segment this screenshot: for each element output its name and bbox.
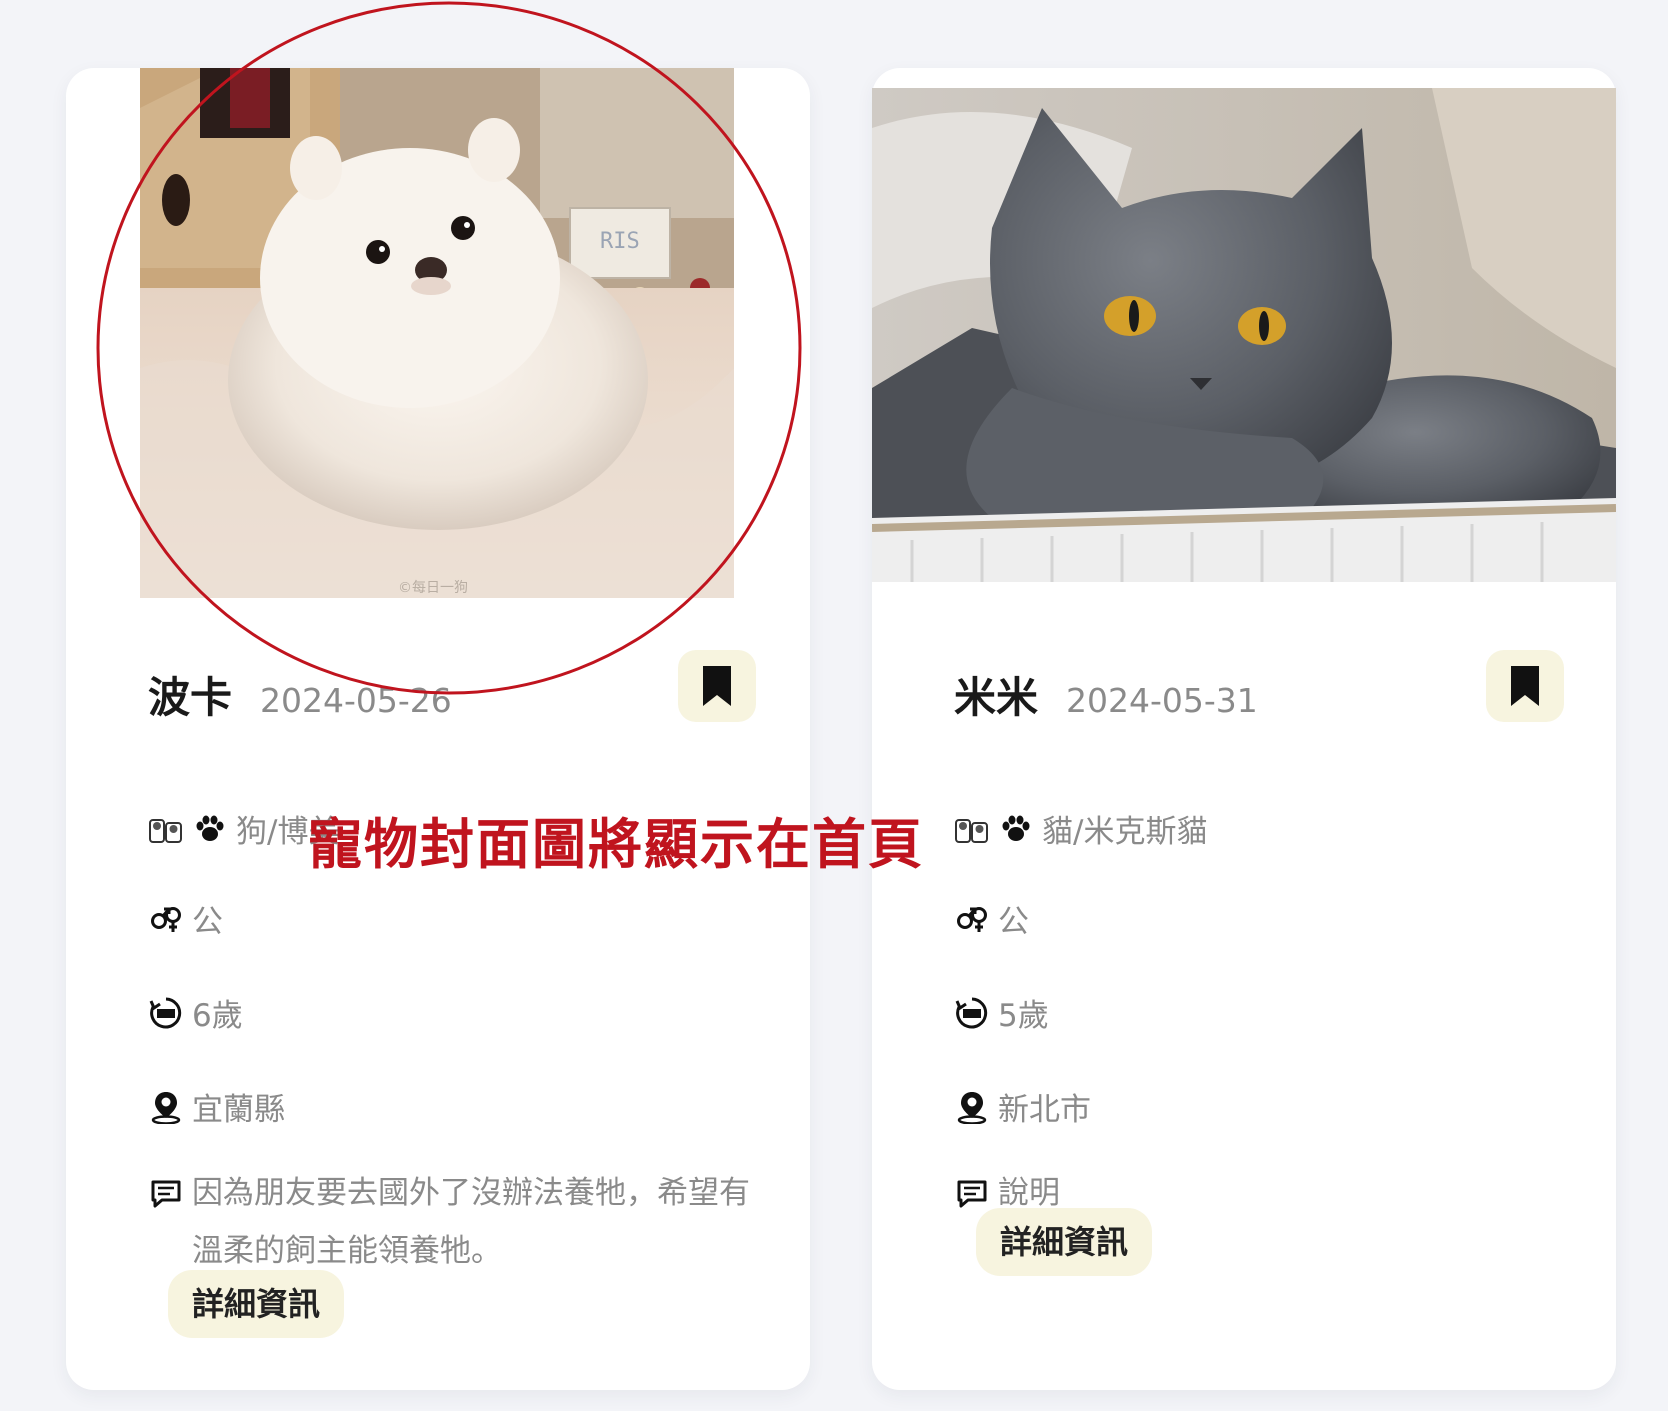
pet-name: 波卡 xyxy=(148,673,233,722)
paw-icon xyxy=(998,811,1034,847)
pet-cover-photo[interactable] xyxy=(872,88,1616,582)
bookmark-button[interactable] xyxy=(1486,650,1564,722)
location-text: 宜蘭縣 xyxy=(192,1092,285,1128)
gender-text: 公 xyxy=(192,904,223,940)
pet-card: RIS ©每日一狗 波卡 2024-05-26 狗/博美 公 6歲 宜蘭縣 因為… xyxy=(66,68,810,1390)
gender-row: 公 xyxy=(954,896,1029,941)
detail-button[interactable]: 詳細資訊 xyxy=(168,1270,345,1338)
gender-row: 公 xyxy=(148,896,223,941)
paw-icon xyxy=(192,811,228,847)
pet-header: 米米 2024-05-31 xyxy=(954,668,1258,728)
gender-icon xyxy=(148,901,184,937)
bookmark-icon xyxy=(703,666,731,706)
pet-name: 米米 xyxy=(954,673,1039,722)
photo-watermark: ©每日一狗 xyxy=(398,580,468,596)
pets-icon xyxy=(148,811,184,847)
pet-cover-photo[interactable]: RIS ©每日一狗 xyxy=(140,68,734,598)
annotation-text: 寵物封面圖將顯示在首頁 xyxy=(308,813,924,876)
pets-icon xyxy=(954,811,990,847)
gender-text: 公 xyxy=(998,904,1029,940)
photo-sign-text: RIS xyxy=(600,229,640,254)
species-row: 貓/米克斯貓 xyxy=(954,806,1207,851)
comment-icon xyxy=(148,1176,184,1212)
post-date: 2024-05-31 xyxy=(1066,681,1258,720)
pet-card: 米米 2024-05-31 貓/米克斯貓 公 5歲 新北市 說明 詳細資訊 xyxy=(872,68,1616,1390)
age-icon xyxy=(148,995,184,1031)
species-text: 貓/米克斯貓 xyxy=(1042,814,1208,850)
location-row: 宜蘭縣 xyxy=(148,1084,285,1129)
bookmark-button[interactable] xyxy=(678,650,756,722)
description-text: 因為朋友要去國外了沒辦法養牠，希望有溫柔的飼主能領養牠。 xyxy=(192,1175,750,1269)
location-pin-icon xyxy=(148,1089,184,1125)
gender-icon xyxy=(954,901,990,937)
pet-card-list: RIS ©每日一狗 波卡 2024-05-26 狗/博美 公 6歲 宜蘭縣 因為… xyxy=(0,0,1668,1411)
post-date: 2024-05-26 xyxy=(260,681,452,720)
location-row: 新北市 xyxy=(954,1084,1091,1129)
location-pin-icon xyxy=(954,1089,990,1125)
age-icon xyxy=(954,995,990,1031)
comment-icon xyxy=(954,1176,990,1212)
age-text: 6歲 xyxy=(192,998,243,1034)
age-row: 5歲 xyxy=(954,990,1049,1035)
detail-button[interactable]: 詳細資訊 xyxy=(976,1208,1153,1276)
age-row: 6歲 xyxy=(148,990,243,1035)
bookmark-icon xyxy=(1511,666,1539,706)
pet-header: 波卡 2024-05-26 xyxy=(148,668,452,728)
description-row: 因為朋友要去國外了沒辦法養牠，希望有溫柔的飼主能領養牠。 xyxy=(148,1175,752,1280)
age-text: 5歲 xyxy=(998,998,1049,1034)
location-text: 新北市 xyxy=(998,1092,1091,1128)
